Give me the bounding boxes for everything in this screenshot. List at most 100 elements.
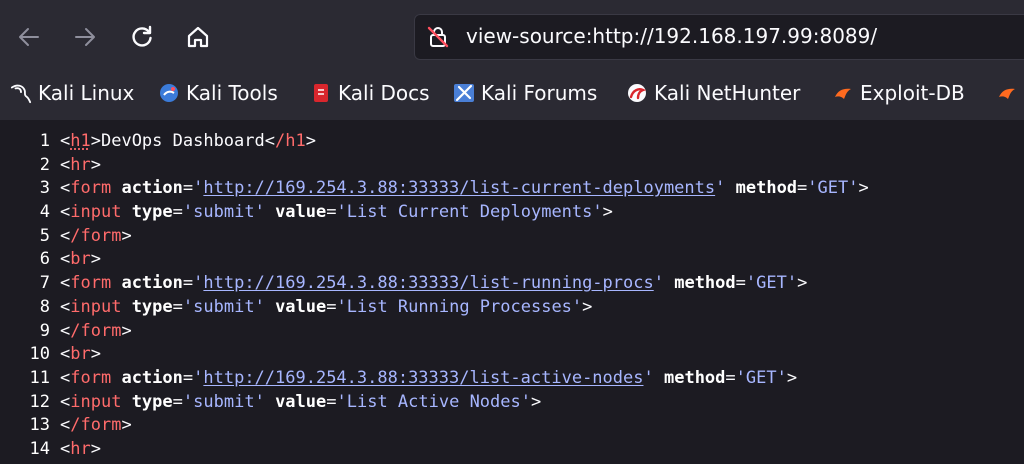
token-gt: > bbox=[90, 438, 101, 459]
token-eq: = bbox=[182, 367, 194, 388]
bookmark-kali-docs[interactable]: Kali Docs bbox=[310, 78, 430, 108]
token-gt: > bbox=[305, 131, 316, 151]
token-quote: ' bbox=[254, 391, 265, 412]
token-lt: < bbox=[60, 154, 71, 175]
token-tag: /form bbox=[70, 320, 122, 341]
source-link[interactable]: http://169.254.3.88:33333/list-active-no… bbox=[203, 368, 643, 388]
source-line: 2 <hr> bbox=[0, 154, 1024, 178]
token-quote: ' bbox=[336, 202, 347, 223]
token-lt: < bbox=[60, 273, 71, 294]
token-quote: ' bbox=[336, 391, 347, 412]
arrow-right-icon bbox=[72, 24, 98, 50]
bookmark-exploit-db[interactable]: Exploit-DB bbox=[832, 78, 965, 108]
forward-button[interactable] bbox=[70, 22, 100, 52]
kali-dragon-icon bbox=[10, 82, 32, 104]
bookmark-overflow[interactable] bbox=[996, 78, 1024, 108]
arrow-left-icon bbox=[16, 24, 42, 50]
token-tag: /form bbox=[70, 225, 122, 246]
home-button[interactable] bbox=[183, 22, 213, 52]
token-quote: ' bbox=[745, 273, 757, 294]
token-eq: = bbox=[326, 296, 337, 317]
source-line: 1 <h1>DevOps Dashboard</h1> bbox=[0, 130, 1024, 154]
token-text: DevOps Dashboard bbox=[100, 131, 265, 151]
token-quote: ' bbox=[193, 178, 204, 199]
token-attr: action bbox=[121, 367, 183, 388]
bookmark-kali-nethunter[interactable]: Kali NetHunter bbox=[626, 78, 800, 108]
line-number: 2 bbox=[39, 154, 50, 175]
token-lt: < bbox=[60, 202, 71, 223]
reload-button[interactable] bbox=[127, 22, 157, 52]
navigation-toolbar: view-source:http://192.168.197.99:8089/ bbox=[0, 0, 1024, 72]
source-line: 8 <input type='submit' value='List Runnin… bbox=[0, 296, 1024, 320]
token-attr: value bbox=[275, 296, 327, 317]
token-value: GET bbox=[745, 367, 777, 388]
token-lt: < bbox=[60, 131, 71, 151]
token-quote: ' bbox=[848, 178, 859, 199]
token-quote: ' bbox=[643, 367, 654, 388]
reload-icon bbox=[129, 24, 155, 50]
bookmark-kali-tools[interactable]: Kali Tools bbox=[158, 78, 278, 108]
exploit-db-icon bbox=[832, 82, 854, 104]
token-quote: ' bbox=[715, 178, 726, 199]
token-tag: input bbox=[70, 391, 122, 412]
source-line: 9 </form> bbox=[0, 320, 1024, 344]
insecure-lock-icon[interactable] bbox=[426, 25, 450, 49]
token-attr: method bbox=[674, 273, 736, 294]
url-bar[interactable]: view-source:http://192.168.197.99:8089/ bbox=[414, 14, 1024, 60]
bookmarks-toolbar: Kali Linux Kali Tools Kali Docs Kali For… bbox=[0, 72, 1024, 116]
token-quote: ' bbox=[193, 273, 204, 294]
line-number: 12 bbox=[29, 391, 50, 412]
bookmark-label: Kali Forums bbox=[481, 81, 598, 105]
source-link[interactable]: http://169.254.3.88:33333/list-current-d… bbox=[203, 178, 715, 198]
token-quote: ' bbox=[182, 296, 194, 317]
token-gt: > bbox=[797, 273, 808, 294]
token-lt: < bbox=[60, 249, 71, 270]
token-value: List Active Nodes bbox=[346, 391, 521, 412]
token-eq: = bbox=[326, 391, 337, 412]
token-quote: ' bbox=[520, 391, 531, 412]
token-value: submit bbox=[193, 202, 255, 223]
token-eq: = bbox=[172, 202, 183, 223]
token-quote: ' bbox=[735, 367, 746, 388]
bookmark-kali-linux[interactable]: Kali Linux bbox=[10, 78, 134, 108]
kali-nethunter-icon bbox=[626, 82, 648, 104]
line-number: 1 bbox=[39, 131, 50, 151]
token-lt: < bbox=[60, 367, 71, 388]
token-lt: < bbox=[264, 131, 275, 151]
token-gt: > bbox=[121, 225, 132, 246]
token-gt: > bbox=[90, 154, 101, 175]
token-quote: ' bbox=[653, 273, 664, 294]
bookmark-kali-forums[interactable]: Kali Forums bbox=[453, 78, 597, 108]
token-eq: = bbox=[182, 178, 194, 199]
bookmark-label: Exploit-DB bbox=[860, 81, 965, 105]
token-lt: < bbox=[60, 391, 71, 412]
token-quote: ' bbox=[336, 296, 347, 317]
url-text[interactable]: view-source:http://192.168.197.99:8089/ bbox=[466, 24, 877, 48]
token-quote: ' bbox=[592, 202, 603, 223]
token-lt: < bbox=[60, 225, 71, 246]
token-value: submit bbox=[193, 296, 255, 317]
token-gt: > bbox=[90, 131, 101, 151]
back-button[interactable] bbox=[14, 22, 44, 52]
browser-chrome: view-source:http://192.168.197.99:8089/ … bbox=[0, 0, 1024, 120]
token-attr: type bbox=[131, 202, 173, 223]
token-tag: input bbox=[70, 296, 122, 317]
line-number: 4 bbox=[39, 202, 50, 223]
token-eq: = bbox=[725, 367, 736, 388]
token-gt: > bbox=[90, 344, 101, 365]
token-lt: < bbox=[60, 178, 71, 199]
token-attr: type bbox=[131, 296, 173, 317]
token-lt: < bbox=[60, 296, 71, 317]
line-number: 13 bbox=[29, 415, 50, 436]
source-line: 10 <br> bbox=[0, 343, 1024, 367]
token-value: List Running Processes bbox=[346, 296, 572, 317]
token-gt: > bbox=[602, 202, 613, 223]
token-quote: ' bbox=[786, 273, 798, 294]
source-link[interactable]: http://169.254.3.88:33333/list-running-p… bbox=[203, 273, 653, 293]
token-tag: /h1 bbox=[275, 131, 306, 151]
line-number: 6 bbox=[39, 249, 50, 270]
token-eq: = bbox=[172, 296, 183, 317]
token-gt: > bbox=[121, 415, 132, 436]
kali-docs-icon bbox=[310, 82, 332, 104]
line-number: 8 bbox=[39, 296, 50, 317]
